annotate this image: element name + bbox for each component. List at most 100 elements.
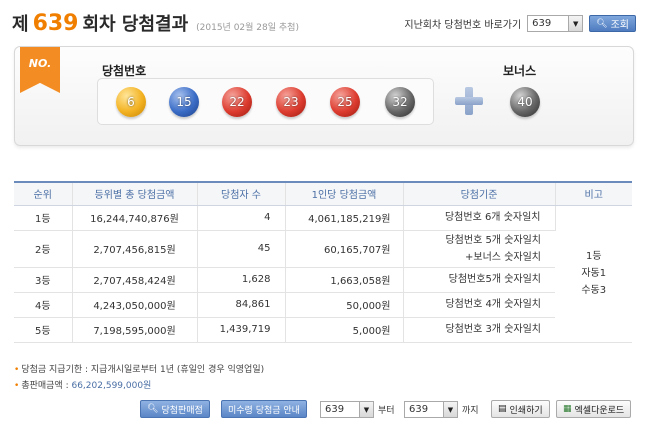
per-cell: 60,165,707원 (285, 230, 404, 268)
ball-1: 6 (116, 87, 146, 117)
chevron-down-icon[interactable]: ▼ (443, 402, 457, 417)
bullet-icon: • (14, 365, 20, 375)
total-cell: 16,244,740,876원 (72, 205, 198, 231)
table-row: 5등 7,198,595,000원 1,439,719 5,000원 당첨번호 … (14, 317, 632, 343)
note-line: 자동1 (581, 268, 607, 279)
winners-cell: 1,439,719 (197, 317, 286, 343)
total-sales-note: • 총판매금액 : 66,202,599,000원 (14, 378, 151, 391)
rank-cell: 5등 (14, 317, 73, 343)
note-cell: 1등 자동1 수동3 (555, 205, 632, 343)
table-row: 2등 2,707,456,815원 45 60,165,707원 당첨번호 5개… (14, 230, 632, 268)
note-line: 1등 (585, 251, 602, 262)
page-title: 제 639 회차 당첨결과 (2015년 02월 28일 추첨) (12, 10, 299, 38)
deadline-note: • 당첨금 지급기한 : 지급개시일로부터 1년 (휴일인 경우 익영업일) (14, 362, 264, 375)
criteria-line: 당첨번호 4개 숫자일치 (445, 299, 541, 310)
ball-6: 32 (385, 87, 415, 117)
excel-icon: ▦ (563, 404, 572, 414)
ball-2: 15 (169, 87, 199, 117)
draw-date: (2015년 02월 28일 추첨) (196, 23, 299, 33)
criteria-cell: 당첨번호 4개 숫자일치 (403, 292, 555, 318)
criteria-cell: 당첨번호 6개 숫자일치 (403, 205, 556, 231)
chevron-down-icon[interactable]: ▼ (359, 402, 373, 417)
per-cell: 5,000원 (285, 317, 404, 343)
criteria-line: +보너스 숫자일치 (465, 251, 541, 263)
excel-download-label: 엑셀다운로드 (574, 405, 625, 416)
bullet-icon: • (14, 381, 20, 391)
total-cell: 7,198,595,000원 (72, 317, 198, 343)
document-icon: ▤ (498, 404, 507, 414)
excel-download-button[interactable]: ▦ 엑셀다운로드 (556, 400, 632, 418)
col-winners: 당첨자 수 (197, 181, 286, 206)
from-round-value: 639 (325, 404, 345, 415)
col-criteria: 당첨기준 (403, 181, 556, 206)
unclaimed-prize-label: 미수령 당첨금 안내 (228, 405, 300, 416)
criteria-line: 당첨번호 6개 숫자일치 (444, 212, 541, 223)
to-round-select[interactable]: 639 ▼ (404, 401, 458, 418)
unclaimed-prize-button[interactable]: 미수령 당첨금 안내 (221, 400, 307, 418)
winning-numbers-box (97, 78, 434, 125)
from-round-select[interactable]: 639 ▼ (320, 401, 374, 418)
from-label: 부터 (378, 406, 395, 416)
ball-4-number: 23 (283, 95, 299, 109)
round-number: 639 (32, 11, 79, 36)
bonus-label: 보너스 (503, 64, 537, 78)
search-icon: 🔍︎ (147, 404, 159, 414)
chevron-down-icon[interactable]: ▼ (568, 16, 583, 31)
winning-shop-label: 당첨판매점 (161, 405, 203, 416)
per-cell: 4,061,185,219원 (285, 205, 404, 231)
per-cell: 1,663,058원 (285, 267, 404, 293)
deadline-text: 당첨금 지급기한 : 지급개시일로부터 1년 (휴일인 경우 익영업일) (21, 365, 265, 375)
col-note: 비고 (555, 181, 632, 206)
total-cell: 2,707,458,424원 (72, 267, 198, 293)
total-cell: 2,707,456,815원 (72, 230, 198, 268)
ball-6-number: 32 (392, 95, 408, 109)
title-suffix: 회차 당첨결과 (82, 14, 189, 35)
bottom-toolbar: 🔍︎ 당첨판매점 미수령 당첨금 안내 639 ▼ 부터 639 ▼ 까지 ▤ … (0, 400, 650, 420)
criteria-line: 당첨번호 5개 숫자일치 (445, 234, 541, 246)
ball-2-number: 15 (176, 95, 192, 109)
search-icon: 🔍︎ (596, 18, 608, 29)
prize-table: 순위 등위별 총 당첨금액 당첨자 수 1인당 당첨금액 당첨기준 비고 1등 … (14, 181, 632, 343)
winners-cell: 1,628 (197, 267, 286, 293)
table-row: 4등 4,243,050,000원 84,861 50,000원 당첨번호 4개… (14, 292, 632, 318)
winning-shop-button[interactable]: 🔍︎ 당첨판매점 (140, 400, 210, 418)
col-rank: 순위 (14, 181, 73, 206)
ball-5-number: 25 (337, 95, 353, 109)
ball-3-number: 22 (229, 95, 245, 109)
plus-icon (455, 87, 483, 115)
table-header-row: 순위 등위별 총 당첨금액 당첨자 수 1인당 당첨금액 당첨기준 비고 (14, 181, 632, 206)
bonus-ball: 40 (510, 87, 540, 117)
total-cell: 4,243,050,000원 (72, 292, 198, 318)
total-sales-value: 66,202,599,000원 (71, 381, 152, 391)
title-prefix: 제 (12, 14, 29, 35)
ball-1-number: 6 (127, 95, 135, 109)
goto-label: 지난회차 당첨번호 바로가기 (404, 20, 522, 31)
to-label: 까지 (462, 406, 479, 416)
col-per: 1인당 당첨금액 (285, 181, 404, 206)
ball-5: 25 (330, 87, 360, 117)
print-label: 인쇄하기 (509, 405, 543, 416)
to-round-value: 639 (409, 404, 429, 415)
table-row: 3등 2,707,458,424원 1,628 1,663,058원 당첨번호5… (14, 267, 632, 293)
rank-cell: 2등 (14, 230, 73, 268)
round-select[interactable]: 639 ▼ (527, 15, 584, 32)
print-button[interactable]: ▤ 인쇄하기 (491, 400, 550, 418)
search-button-label: 조회 (610, 20, 629, 31)
bonus-ball-number: 40 (517, 95, 533, 109)
search-button[interactable]: 🔍︎ 조회 (589, 15, 636, 32)
ball-4: 23 (276, 87, 306, 117)
rank-cell: 1등 (14, 205, 73, 231)
rank-cell: 4등 (14, 292, 73, 318)
winners-cell: 4 (197, 205, 286, 231)
round-select-value: 639 (532, 18, 552, 29)
per-cell: 50,000원 (285, 292, 404, 318)
winners-cell: 84,861 (197, 292, 286, 318)
winning-numbers-label: 당첨번호 (102, 64, 147, 78)
round-navigator: 지난회차 당첨번호 바로가기 639 ▼ 🔍︎ 조회 (404, 15, 636, 32)
criteria-line: 당첨번호5개 숫자일치 (448, 274, 541, 285)
criteria-cell: 당첨번호 5개 숫자일치 +보너스 숫자일치 (403, 230, 555, 268)
criteria-line: 당첨번호 3개 숫자일치 (445, 324, 541, 335)
total-sales-label: 총판매금액 : (21, 381, 69, 391)
table-row: 1등 16,244,740,876원 4 4,061,185,219원 당첨번호… (14, 205, 632, 343)
col-total: 등위별 총 당첨금액 (72, 181, 198, 206)
